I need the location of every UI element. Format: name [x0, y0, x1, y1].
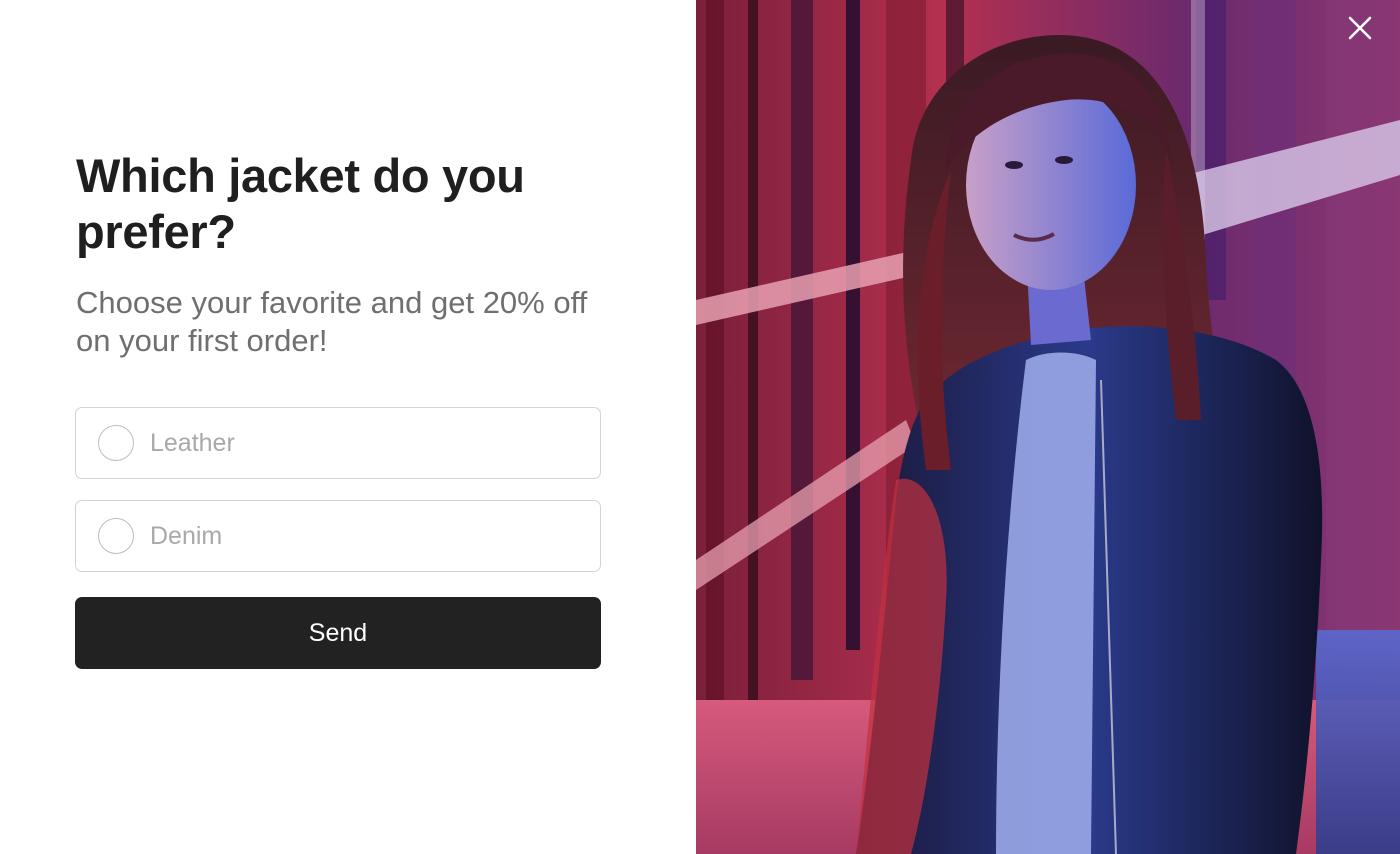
- form-panel: Which jacket do you prefer? Choose your …: [0, 0, 696, 854]
- option-denim[interactable]: Denim: [75, 500, 601, 572]
- option-leather[interactable]: Leather: [75, 407, 601, 479]
- close-button[interactable]: [1340, 8, 1380, 48]
- popup-subtitle: Choose your favorite and get 20% off on …: [76, 285, 588, 358]
- radio-button-leather[interactable]: [98, 425, 134, 461]
- option-label-denim: Denim: [150, 521, 223, 550]
- option-label-leather: Leather: [150, 428, 235, 457]
- model-photo: [696, 0, 1400, 854]
- close-icon: [1348, 16, 1372, 40]
- popup-title: Which jacket do you prefer?: [76, 149, 525, 258]
- radio-button-denim[interactable]: [98, 518, 134, 554]
- hero-image-panel: [696, 0, 1400, 854]
- popup-modal: Which jacket do you prefer? Choose your …: [0, 0, 1400, 854]
- send-button[interactable]: Send: [75, 597, 601, 669]
